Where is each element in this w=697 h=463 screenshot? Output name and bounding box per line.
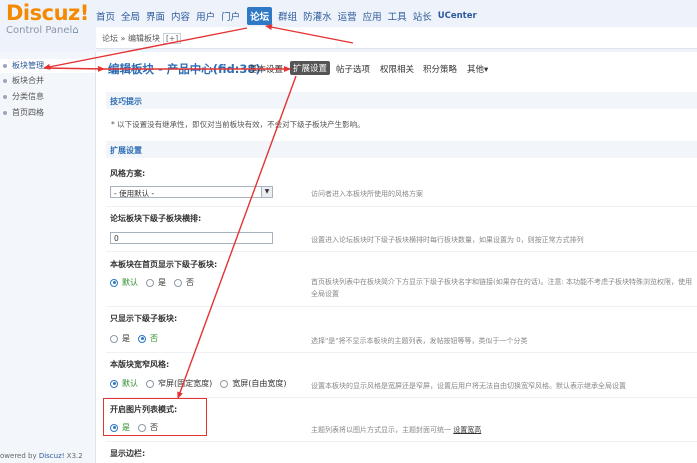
annotation-arrows: [43, 24, 354, 399]
arrow-to-page-title: [43, 65, 105, 72]
arrow-to-forum-nav: [265, 24, 354, 44]
admin-panel: Discuz! Control Panel⌂ 首页 全局 界面 内容 用户 门户…: [0, 0, 697, 463]
arrow-to-sidebar-item: [43, 27, 248, 70]
arrow-to-picture-list: [177, 75, 297, 399]
